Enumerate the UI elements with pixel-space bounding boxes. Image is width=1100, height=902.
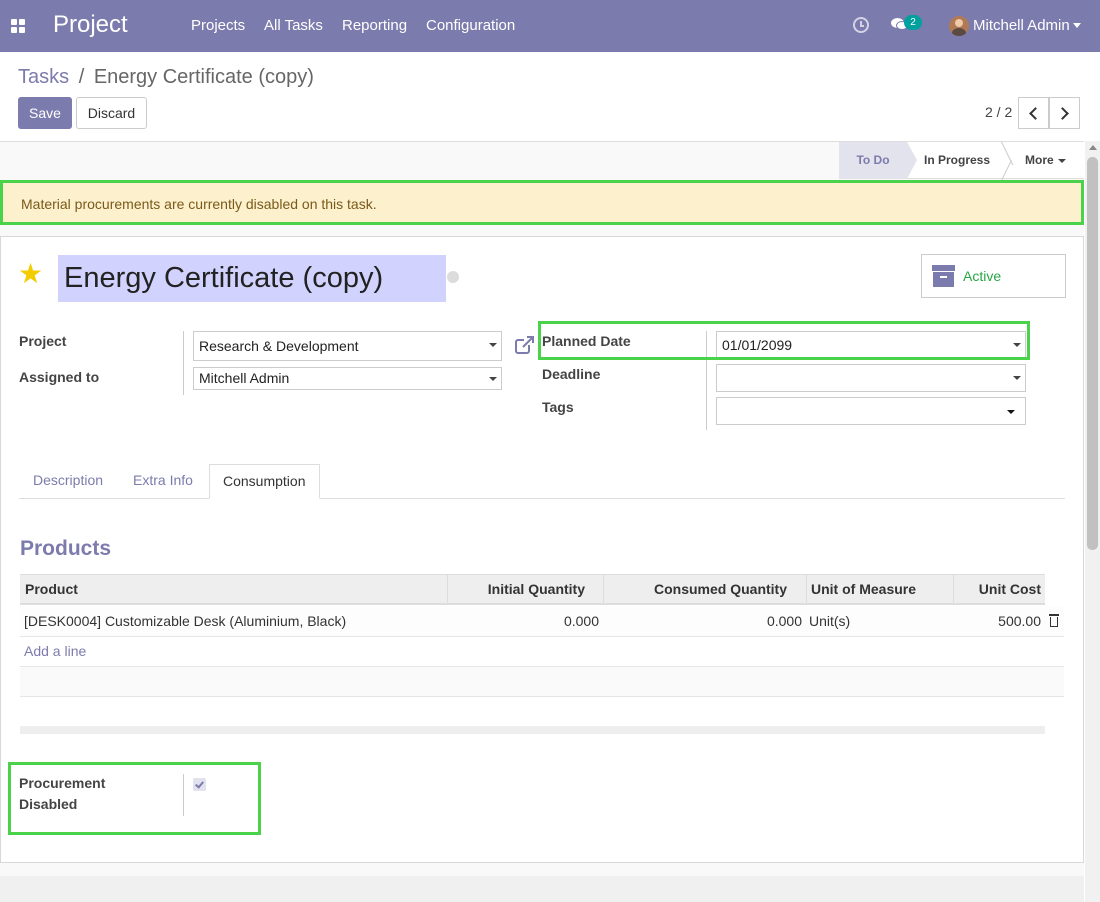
project-select[interactable]: Research & Development bbox=[193, 331, 502, 361]
save-button[interactable]: Save bbox=[18, 97, 72, 129]
tags-label: Tags bbox=[542, 399, 574, 415]
stage-separator bbox=[1001, 142, 1013, 179]
breadcrumb-tasks[interactable]: Tasks bbox=[18, 66, 69, 88]
menu-reporting[interactable]: Reporting bbox=[342, 17, 407, 34]
column-product[interactable]: Product bbox=[25, 575, 78, 604]
cell-unit-of-measure[interactable]: Unit(s) bbox=[809, 606, 850, 636]
caret-down-icon bbox=[489, 377, 497, 381]
deadline-label: Deadline bbox=[542, 366, 601, 382]
chevron-left-icon bbox=[1029, 107, 1042, 120]
discard-button[interactable]: Discard bbox=[76, 97, 147, 129]
column-separator bbox=[806, 575, 807, 604]
row-divider bbox=[20, 696, 1064, 697]
chat-count-badge: 2 bbox=[904, 15, 922, 30]
pager-value[interactable]: 2 / 2 bbox=[985, 104, 1012, 120]
tab-extra-info[interactable]: Extra Info bbox=[120, 464, 206, 499]
app-brand[interactable]: Project bbox=[53, 11, 128, 39]
products-table-header: Product Initial Quantity Consumed Quanti… bbox=[20, 574, 1045, 605]
field-separator bbox=[183, 331, 184, 395]
project-value: Research & Development bbox=[199, 338, 359, 354]
caret-down-icon bbox=[1013, 376, 1021, 380]
breadcrumb-separator: / bbox=[78, 66, 85, 88]
chatter-area bbox=[0, 876, 1084, 902]
procurement-highlight bbox=[8, 762, 261, 835]
kanban-state-icon[interactable] bbox=[447, 271, 459, 283]
cell-initial-quantity[interactable]: 0.000 bbox=[448, 606, 599, 636]
trash-icon[interactable] bbox=[1049, 614, 1059, 627]
external-link-icon[interactable] bbox=[515, 336, 535, 354]
top-navbar: Project Projects All Tasks Reporting Con… bbox=[0, 0, 1100, 52]
tab-description[interactable]: Description bbox=[20, 464, 116, 499]
planned-date-highlight bbox=[538, 321, 1030, 360]
star-icon[interactable]: ★ bbox=[18, 260, 43, 288]
tags-input[interactable] bbox=[716, 397, 1026, 425]
caret-down-icon[interactable] bbox=[1073, 23, 1081, 28]
assigned-to-select[interactable]: Mitchell Admin bbox=[193, 367, 502, 390]
column-consumed-quantity[interactable]: Consumed Quantity bbox=[604, 575, 787, 604]
more-label: More bbox=[1025, 153, 1054, 167]
caret-down-icon bbox=[489, 343, 497, 347]
column-unit-cost[interactable]: Unit Cost bbox=[954, 575, 1041, 604]
caret-down-icon bbox=[1057, 158, 1066, 163]
breadcrumb-current: Energy Certificate (copy) bbox=[93, 66, 314, 88]
chevron-right-icon bbox=[1056, 107, 1069, 120]
empty-row bbox=[20, 667, 1064, 696]
cell-product[interactable]: [DESK0004] Customizable Desk (Aluminium,… bbox=[24, 606, 346, 636]
column-unit-of-measure[interactable]: Unit of Measure bbox=[811, 575, 916, 604]
scrollbar-thumb[interactable] bbox=[1087, 157, 1098, 550]
breadcrumb: Tasks / Energy Certificate (copy) bbox=[18, 66, 314, 89]
status-bar: To Do In Progress More bbox=[839, 142, 1084, 179]
active-label: Active bbox=[963, 268, 1002, 284]
scroll-up-icon[interactable] bbox=[1089, 145, 1097, 150]
tab-consumption[interactable]: Consumption bbox=[209, 464, 320, 499]
menu-all-tasks[interactable]: All Tasks bbox=[264, 17, 323, 34]
table-row[interactable]: [DESK0004] Customizable Desk (Aluminium,… bbox=[20, 606, 1064, 637]
more-dropdown[interactable]: More bbox=[1025, 142, 1066, 179]
clock-icon[interactable] bbox=[853, 17, 869, 33]
products-title: Products bbox=[20, 537, 112, 560]
task-title-input[interactable]: Energy Certificate (copy) bbox=[58, 255, 446, 302]
user-menu[interactable]: Mitchell Admin bbox=[973, 17, 1070, 34]
project-label: Project bbox=[19, 333, 67, 349]
menu-configuration[interactable]: Configuration bbox=[426, 17, 515, 34]
menu-projects[interactable]: Projects bbox=[191, 17, 245, 34]
procurement-alert: Material procurements are currently disa… bbox=[0, 180, 1084, 225]
pager-previous-button[interactable] bbox=[1018, 97, 1049, 129]
deadline-input[interactable] bbox=[716, 364, 1026, 392]
user-avatar[interactable] bbox=[949, 16, 969, 36]
caret-down-icon bbox=[1007, 410, 1015, 414]
cell-unit-cost[interactable]: 500.00 bbox=[954, 606, 1041, 636]
archive-icon bbox=[932, 265, 955, 288]
add-line-link[interactable]: Add a line bbox=[24, 643, 86, 659]
table-footer bbox=[20, 726, 1045, 734]
stage-to-do[interactable]: To Do bbox=[839, 142, 917, 179]
stage-in-progress[interactable]: In Progress bbox=[924, 142, 990, 179]
active-toggle-button[interactable]: Active bbox=[921, 254, 1066, 298]
column-initial-quantity[interactable]: Initial Quantity bbox=[448, 575, 585, 604]
cell-consumed-quantity[interactable]: 0.000 bbox=[604, 606, 802, 636]
assigned-to-label: Assigned to bbox=[19, 369, 100, 385]
assigned-value: Mitchell Admin bbox=[199, 370, 290, 386]
pager-next-button[interactable] bbox=[1049, 97, 1080, 129]
apps-menu-icon[interactable] bbox=[11, 19, 25, 33]
